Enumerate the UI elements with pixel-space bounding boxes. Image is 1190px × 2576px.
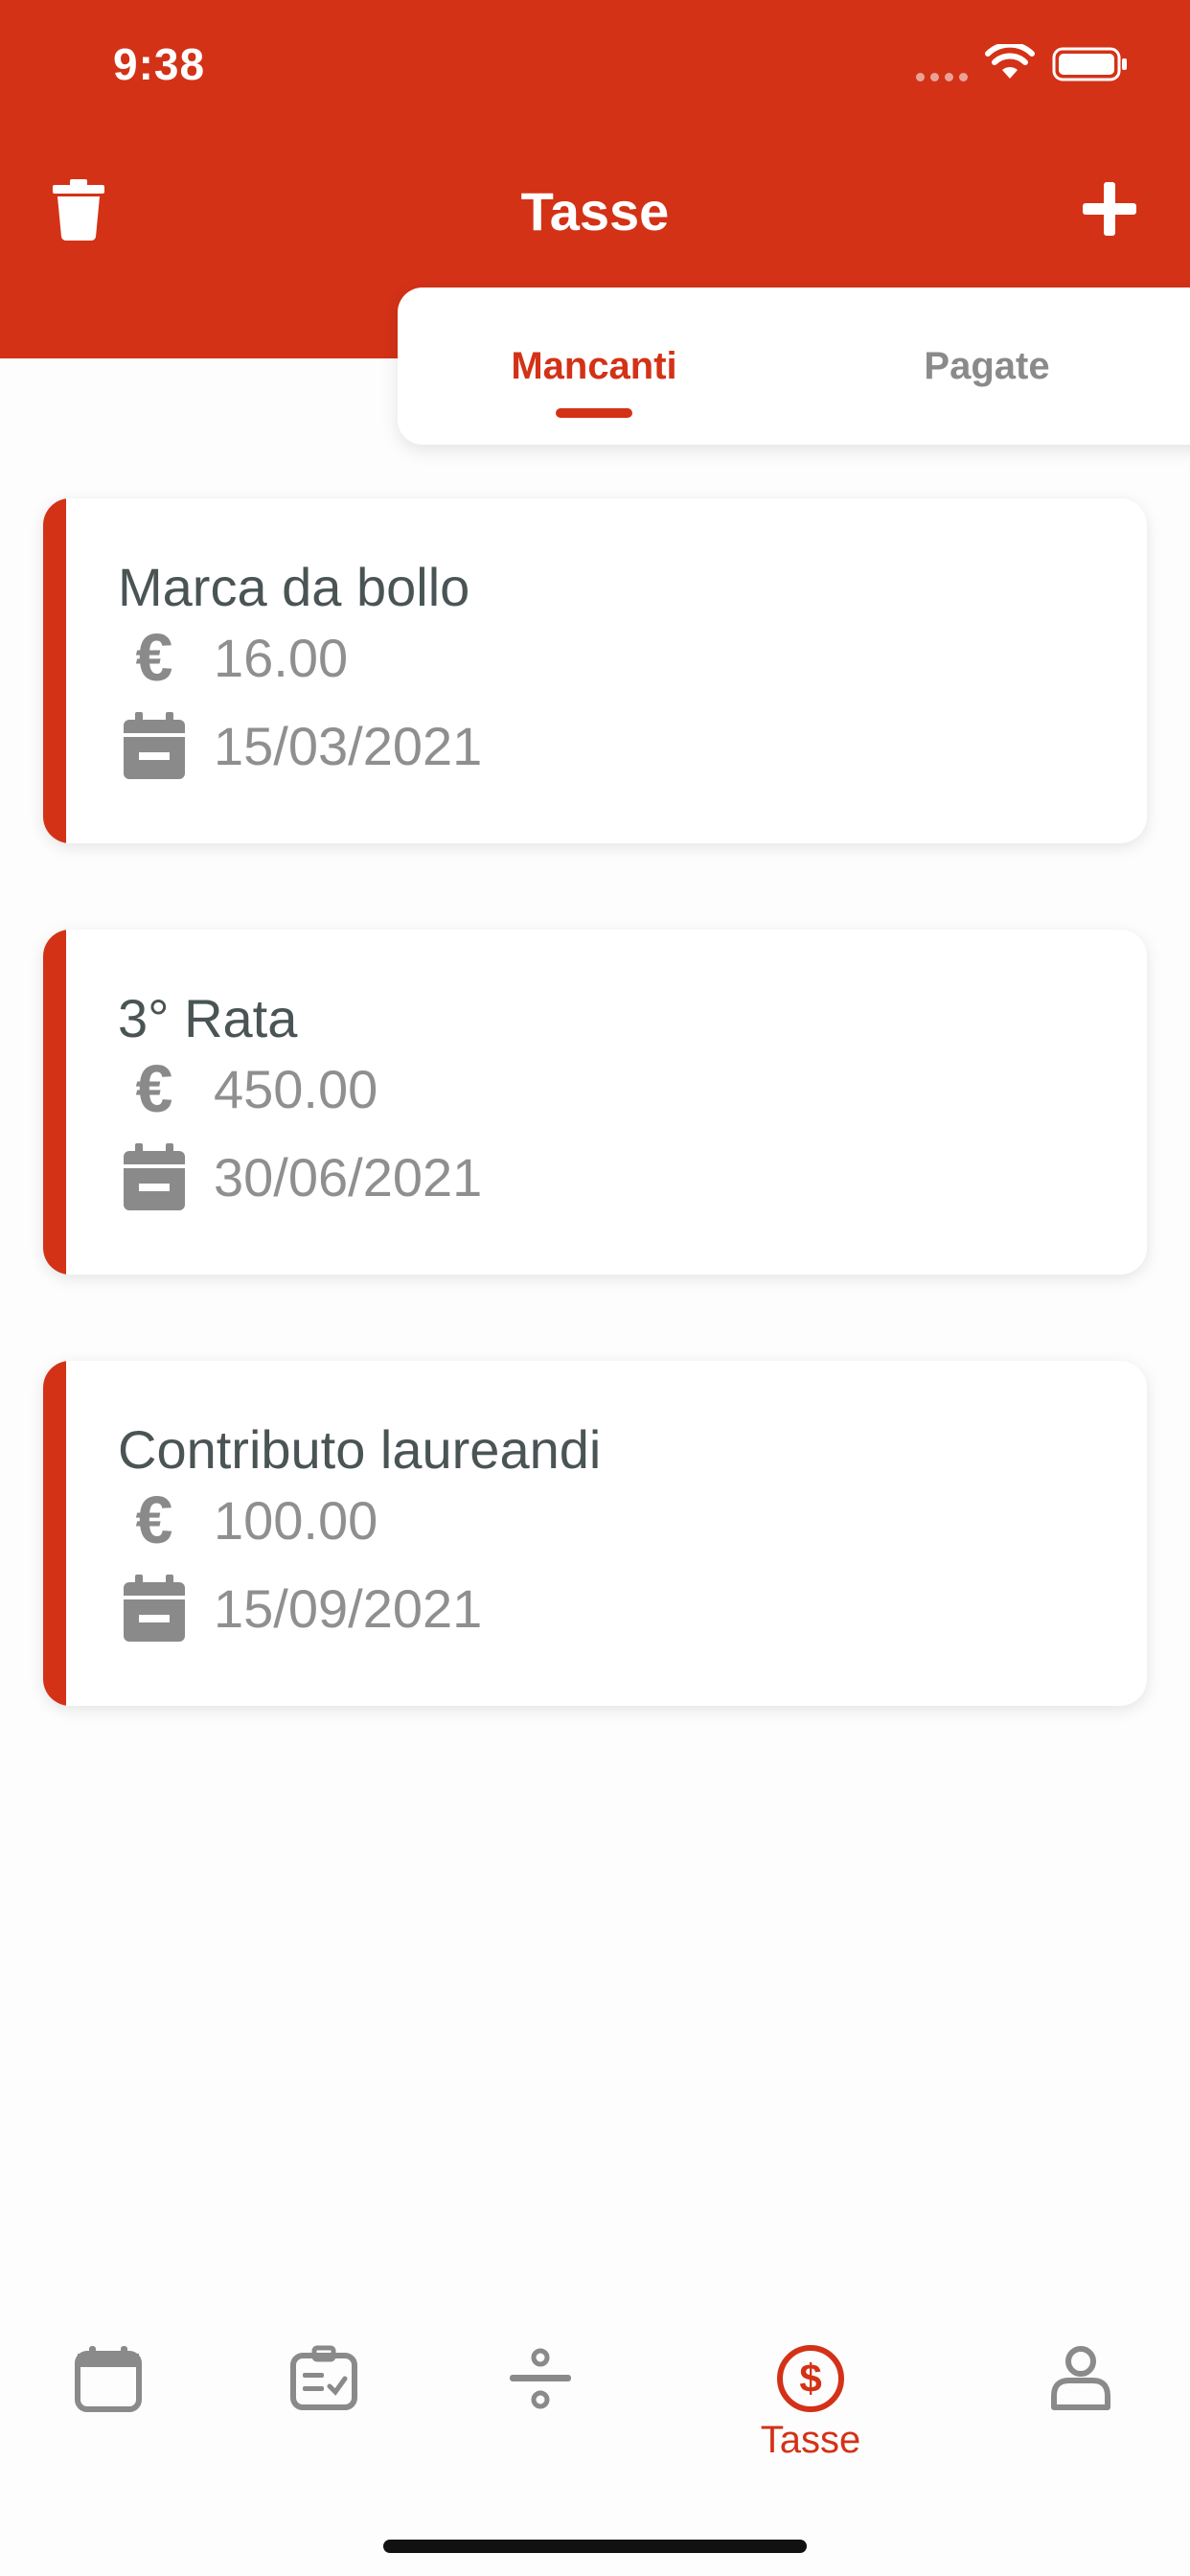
nav-item-exams[interactable]	[257, 2329, 391, 2492]
dollar-circle-icon: $	[777, 2345, 844, 2412]
calendar-outline-icon	[75, 2346, 142, 2412]
status-bar: 9:38	[0, 0, 1190, 129]
signal-icon	[916, 73, 968, 81]
nav-item-label: Tasse	[760, 2419, 861, 2461]
card-amount: 100.00	[214, 1489, 378, 1551]
card-title: 3° Rata	[118, 988, 298, 1048]
tax-card[interactable]: 3° Rata € 450.00 30/06/2021	[43, 930, 1147, 1275]
nav-item-tasse[interactable]: $ Tasse	[744, 2329, 878, 2492]
add-icon[interactable]	[1079, 178, 1140, 240]
card-amount: 450.00	[214, 1058, 378, 1119]
card-amount-row: € 16.00	[118, 619, 349, 696]
card-amount-row: € 100.00	[118, 1482, 378, 1558]
user-icon	[1051, 2346, 1110, 2410]
nav-item-calendar[interactable]	[41, 2329, 175, 2492]
bottom-navigation: $ Tasse	[0, 2329, 1190, 2520]
tax-card[interactable]: Contributo laureandi € 100.00 15/09/2021	[43, 1361, 1147, 1706]
tax-card[interactable]: Marca da bollo € 16.00 15/03/2021	[43, 498, 1147, 843]
nav-item-grades[interactable]	[473, 2329, 607, 2492]
euro-icon: €	[135, 1483, 173, 1557]
card-title: Contributo laureandi	[118, 1419, 602, 1480]
euro-icon: €	[135, 620, 173, 695]
card-amount: 16.00	[214, 627, 349, 688]
nav-item-profile[interactable]	[1014, 2329, 1148, 2492]
divide-icon	[510, 2348, 571, 2409]
tab-mancanti[interactable]: Mancanti	[398, 288, 790, 445]
card-amount-row: € 450.00	[118, 1050, 378, 1127]
card-date-row: 15/03/2021	[118, 707, 482, 784]
tab-pagate[interactable]: Pagate	[790, 288, 1183, 445]
active-tab-indicator	[556, 408, 632, 418]
calendar-icon	[118, 709, 191, 782]
card-date-row: 15/09/2021	[118, 1570, 482, 1646]
euro-icon: €	[135, 1051, 173, 1126]
calendar-icon	[118, 1572, 191, 1644]
card-date: 15/09/2021	[214, 1577, 483, 1639]
svg-text:$: $	[799, 2356, 821, 2401]
status-time: 9:38	[113, 39, 206, 89]
card-accent	[43, 498, 66, 843]
wifi-icon	[985, 44, 1035, 79]
calendar-icon	[118, 1140, 191, 1213]
home-indicator	[383, 2540, 807, 2553]
card-accent	[43, 930, 66, 1275]
card-date: 30/06/2021	[214, 1146, 483, 1208]
segmented-tabs: Mancanti Pagate	[398, 288, 1190, 445]
battery-icon	[1052, 47, 1127, 81]
card-date-row: 30/06/2021	[118, 1138, 482, 1215]
id-card-icon	[290, 2345, 357, 2410]
navigation-bar: Tasse	[0, 163, 1190, 259]
page-title: Tasse	[520, 181, 670, 242]
card-accent	[43, 1361, 66, 1706]
card-title: Marca da bollo	[118, 557, 470, 617]
card-date: 15/03/2021	[214, 715, 483, 776]
